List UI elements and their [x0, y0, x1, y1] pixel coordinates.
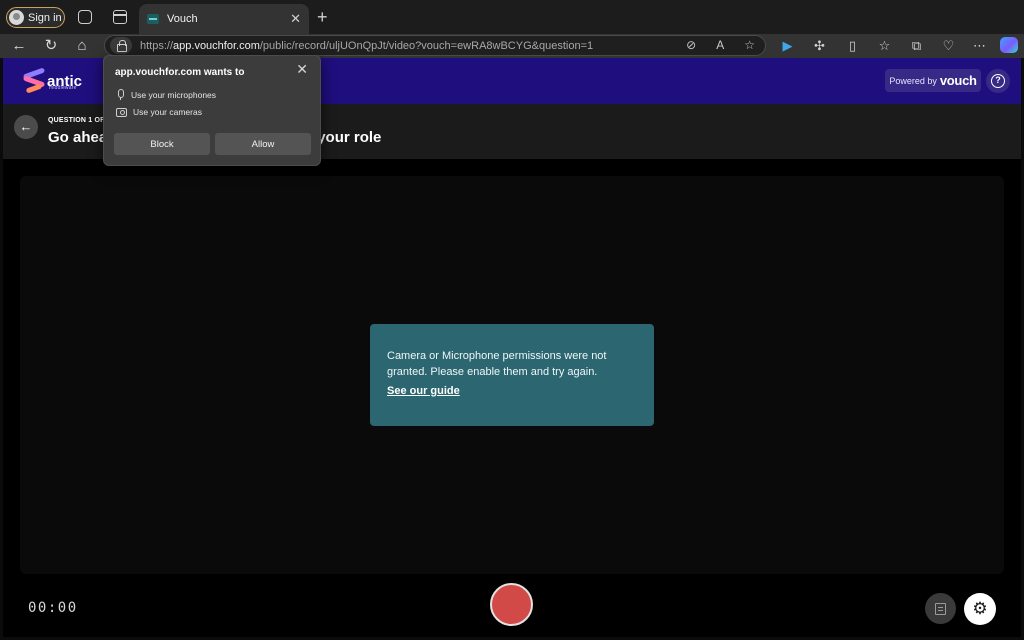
address-url[interactable]: https://app.vouchfor.com/public/record/u… — [140, 40, 593, 52]
notes-button[interactable] — [925, 593, 956, 624]
copilot-icon[interactable] — [1000, 37, 1018, 53]
workspaces-icon[interactable] — [78, 10, 92, 24]
settings-button[interactable]: ⚙ — [964, 593, 996, 625]
notice-message: Camera or Microphone permissions were no… — [387, 350, 607, 378]
left-arrow-icon: ← — [19, 119, 33, 134]
home-icon[interactable]: ⌂ — [73, 37, 91, 55]
camera-blocked-icon[interactable]: ⊘ — [686, 38, 696, 52]
tab-vouch[interactable]: Vouch ✕ — [139, 4, 309, 34]
tab-close-icon[interactable]: ✕ — [290, 11, 301, 27]
split-screen-icon[interactable]: ▯ — [845, 39, 860, 53]
tab-actions-icon[interactable] — [113, 10, 127, 24]
more-icon[interactable]: ⋯ — [972, 39, 987, 53]
gear-icon: ⚙ — [972, 599, 988, 618]
back-button[interactable]: ← — [14, 115, 38, 139]
media-play-icon[interactable]: ▶ — [780, 39, 795, 53]
powered-by-vouch-badge[interactable]: Powered by vouch — [885, 69, 981, 92]
avatar-icon — [9, 10, 24, 25]
collections-icon[interactable]: ⧉ — [909, 39, 924, 53]
new-tab-button[interactable]: + — [317, 7, 328, 28]
permission-popup: app.vouchfor.com wants to ✕ Use your mic… — [103, 55, 321, 166]
extensions-icon[interactable]: ✣ — [812, 39, 827, 53]
profile-sign-in-button[interactable]: Sign in — [6, 7, 65, 28]
read-aloud-icon[interactable]: A — [716, 38, 724, 52]
camera-icon — [116, 107, 127, 117]
permission-notice: Camera or Microphone permissions were no… — [370, 324, 654, 426]
permission-camera: Use your cameras — [116, 107, 202, 117]
recording-timer: 00:00 — [28, 600, 78, 616]
block-button[interactable]: Block — [114, 133, 210, 155]
allow-button[interactable]: Allow — [215, 133, 311, 155]
favorites-icon[interactable]: ☆ — [877, 39, 892, 53]
notes-icon — [935, 602, 946, 615]
lock-icon[interactable] — [110, 37, 132, 54]
record-button[interactable] — [490, 583, 533, 626]
video-preview: Camera or Microphone permissions were no… — [20, 176, 1004, 574]
permission-microphone: Use your microphones — [116, 89, 216, 100]
browser-essentials-icon[interactable]: ♡ — [941, 39, 956, 53]
favorite-star-icon[interactable]: ☆ — [744, 38, 755, 52]
see-our-guide-link[interactable]: See our guide — [387, 385, 460, 397]
powered-by-label: Powered by — [889, 75, 937, 86]
close-icon[interactable]: ✕ — [296, 61, 308, 78]
help-button[interactable]: ? — [986, 69, 1010, 93]
popup-title: app.vouchfor.com wants to — [115, 67, 245, 78]
address-bar[interactable]: https://app.vouchfor.com/public/record/u… — [104, 35, 766, 56]
vouch-favicon-icon — [147, 14, 159, 24]
browser-tab-strip: Sign in Vouch ✕ + — [0, 0, 1024, 34]
recording-stage: Camera or Microphone permissions were no… — [3, 159, 1021, 637]
help-icon: ? — [991, 74, 1005, 88]
logo-subtitle: middleware — [49, 85, 77, 91]
tab-title: Vouch — [167, 13, 198, 25]
vouch-brand: vouch — [939, 73, 977, 88]
reload-icon[interactable]: ↻ — [42, 37, 60, 55]
antic-logo: antic middleware — [22, 67, 82, 94]
microphone-icon — [116, 89, 125, 100]
sign-in-label: Sign in — [28, 11, 62, 24]
question-counter: QUESTION 1 OF 3 — [48, 117, 111, 124]
back-arrow-icon[interactable]: ← — [10, 37, 28, 55]
antic-logo-icon — [22, 67, 46, 94]
